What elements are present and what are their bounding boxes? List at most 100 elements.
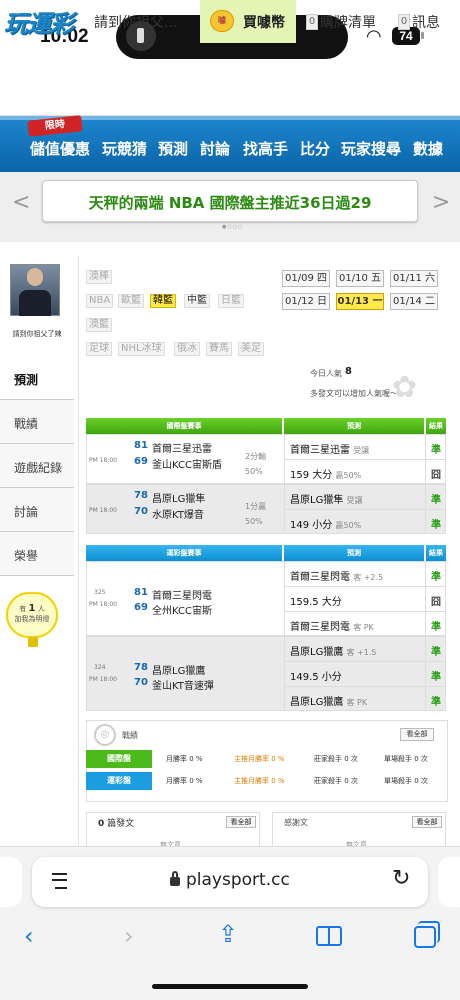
sport-filter-soccer[interactable]: 足球	[86, 342, 112, 356]
sport-filter-aus-basketball[interactable]: 澳籃	[86, 318, 112, 332]
pick-result: 準	[431, 572, 441, 583]
pick-result: 準	[431, 622, 441, 633]
game-time: PM 18:00	[89, 507, 117, 514]
intl-header-game: 國際盤賽事	[86, 418, 282, 434]
table-row	[86, 561, 446, 636]
banner-next-arrow[interactable]: >	[432, 190, 450, 215]
bookmarks-icon[interactable]	[316, 926, 342, 946]
banner-text[interactable]: 天秤的兩端 NBA 國際盤主推近36日過29	[42, 192, 418, 213]
pick-result: 準	[431, 445, 441, 456]
reload-icon[interactable]: ↻	[392, 866, 410, 891]
tabs-icon-back	[418, 921, 440, 943]
sport-filter-korea-basketball[interactable]: 韓籃	[150, 294, 176, 308]
nav-item-player-search[interactable]: 玩家搜尋	[341, 138, 401, 159]
banner-page-dots: ●○○○	[222, 224, 244, 230]
buy-coins-label[interactable]: 買噱幣	[243, 12, 285, 32]
nav-item-data[interactable]: 數據	[413, 138, 443, 159]
posts-view-all-button[interactable]: 看全部	[226, 816, 256, 828]
team-away[interactable]: 首爾三星閃電	[152, 587, 212, 602]
nav-item-scores[interactable]: 比分	[300, 138, 330, 159]
pick-name: 首爾三星閃電 客 PK	[290, 622, 374, 633]
pick-name: 昌原LG獵鷹 客 PK	[290, 697, 368, 708]
share-icon[interactable]: ⇪	[218, 920, 238, 948]
sport-filter-nba[interactable]: NBA	[86, 294, 114, 308]
pick-name: 159 大分 贏50%	[290, 470, 362, 481]
posts-count: 0 篇發文	[98, 819, 135, 829]
forward-icon: ›	[124, 922, 134, 950]
pick-name: 159.5 大分	[290, 597, 342, 608]
stats-view-all-button[interactable]: 看全部	[400, 728, 434, 741]
pick-name: 首爾三星閃電 客 +2.5	[290, 572, 384, 583]
butterfly-icon: ✿	[392, 370, 418, 405]
sport-filter-japan-basketball[interactable]: 日籃	[218, 294, 244, 308]
back-icon[interactable]: ‹	[24, 922, 34, 950]
avatar-username[interactable]: 請到你祖父了辣	[4, 329, 70, 339]
sidebar-tab-game-history[interactable]: 遊戲紀錄	[0, 444, 74, 488]
stat-cell: 單場殺手 0 次	[384, 755, 428, 763]
lock-shackle	[172, 871, 178, 879]
row-divider	[284, 509, 446, 510]
row-divider	[284, 459, 446, 460]
pick-name: 首爾三星迅雷 受讓	[290, 445, 370, 456]
sport-filter-russia-hockey[interactable]: 俄冰	[174, 342, 200, 356]
nav-item-experts[interactable]: 找高手	[243, 138, 288, 159]
sport-header-result: 結果	[426, 545, 446, 561]
line-result: 1分贏	[245, 502, 267, 511]
sport-filter-horse-racing[interactable]: 賽馬	[206, 342, 232, 356]
score-home: 69	[134, 456, 148, 467]
user-profile-link[interactable]: 請到你祖父...	[94, 12, 177, 32]
date-button-0112[interactable]: 01/12 日	[282, 293, 330, 310]
url-text[interactable]: playsport.cc	[186, 870, 290, 890]
sport-filter-euro-basketball[interactable]: 歐籃	[118, 294, 144, 308]
team-home[interactable]: 全州KCC宙斯	[152, 602, 212, 617]
sport-filter-us-football[interactable]: 美足	[238, 342, 264, 356]
next-tab-peek[interactable]	[438, 857, 460, 907]
site-logo[interactable]: 玩運彩	[4, 4, 80, 40]
stat-cell: 莊家殺手 0 次	[314, 755, 358, 763]
thanks-label: 感謝文	[284, 818, 308, 827]
sport-header-game: 運彩盤賽事	[86, 545, 282, 561]
sidebar-tab-record[interactable]: 戰績	[0, 400, 74, 444]
team-home[interactable]: 釜山KT音速彈	[152, 677, 214, 692]
battery-cap	[421, 32, 424, 39]
team-away[interactable]: 昌原LG獵鷹	[152, 662, 205, 677]
sidebar-tab-discussion[interactable]: 討論	[0, 488, 74, 532]
pick-result: 準	[431, 495, 441, 506]
row-divider	[284, 611, 446, 612]
date-button-0113[interactable]: 01/13 一	[336, 293, 384, 310]
date-button-0114[interactable]: 01/14 二	[390, 293, 438, 310]
home-indicator	[152, 984, 308, 989]
sidebar-tab-honors[interactable]: 榮譽	[0, 532, 74, 576]
pick-name: 149.5 小分	[290, 672, 342, 683]
stats-row-label-sport: 運彩盤	[86, 772, 152, 790]
date-button-0109[interactable]: 01/09 四	[282, 270, 330, 287]
team-home[interactable]: 水原KT爆音	[152, 506, 204, 521]
prev-tab-peek[interactable]	[0, 857, 22, 907]
date-button-0110[interactable]: 01/10 五	[336, 270, 384, 287]
sidebar-tab-predictions[interactable]: 預測	[0, 356, 74, 400]
sport-filter-aus-baseball[interactable]: 澳棒	[86, 270, 112, 284]
nav-item-predict[interactable]: 預測	[158, 138, 188, 159]
nav-item-quiz[interactable]: 玩競猜	[102, 138, 147, 159]
game-id: 325	[94, 589, 106, 596]
popularity-label: 今日人氣	[310, 369, 342, 378]
cart-count-badge: 0	[306, 14, 318, 30]
score-away: 81	[134, 440, 148, 451]
sport-filter-nhl[interactable]: NHL冰球	[118, 342, 165, 356]
reader-icon[interactable]	[50, 870, 70, 892]
lightbulb-text: 有 1 人加我為明燈	[14, 603, 50, 624]
date-button-0111[interactable]: 01/11 六	[390, 270, 438, 287]
popularity-hint: 多發文可以增加人氣喔～	[310, 389, 398, 398]
team-away[interactable]: 首爾三星迅雷	[152, 440, 212, 455]
team-away[interactable]: 昌原LG獵隼	[152, 490, 205, 505]
messages-link[interactable]: 訊息	[412, 12, 440, 32]
sport-filter-china-basketball[interactable]: 中籃	[184, 294, 210, 308]
nav-item-forum[interactable]: 討論	[200, 138, 230, 159]
thanks-view-all-button[interactable]: 看全部	[412, 816, 442, 828]
banner-prev-arrow[interactable]: <	[12, 190, 30, 215]
nav-item-deposit[interactable]: 儲值優惠	[30, 138, 90, 159]
score-home: 70	[134, 677, 148, 688]
cart-link[interactable]: 購牌清單	[320, 12, 376, 32]
line-result: 2分輸	[245, 452, 267, 461]
team-home[interactable]: 釜山KCC宙斯盾	[152, 456, 222, 471]
